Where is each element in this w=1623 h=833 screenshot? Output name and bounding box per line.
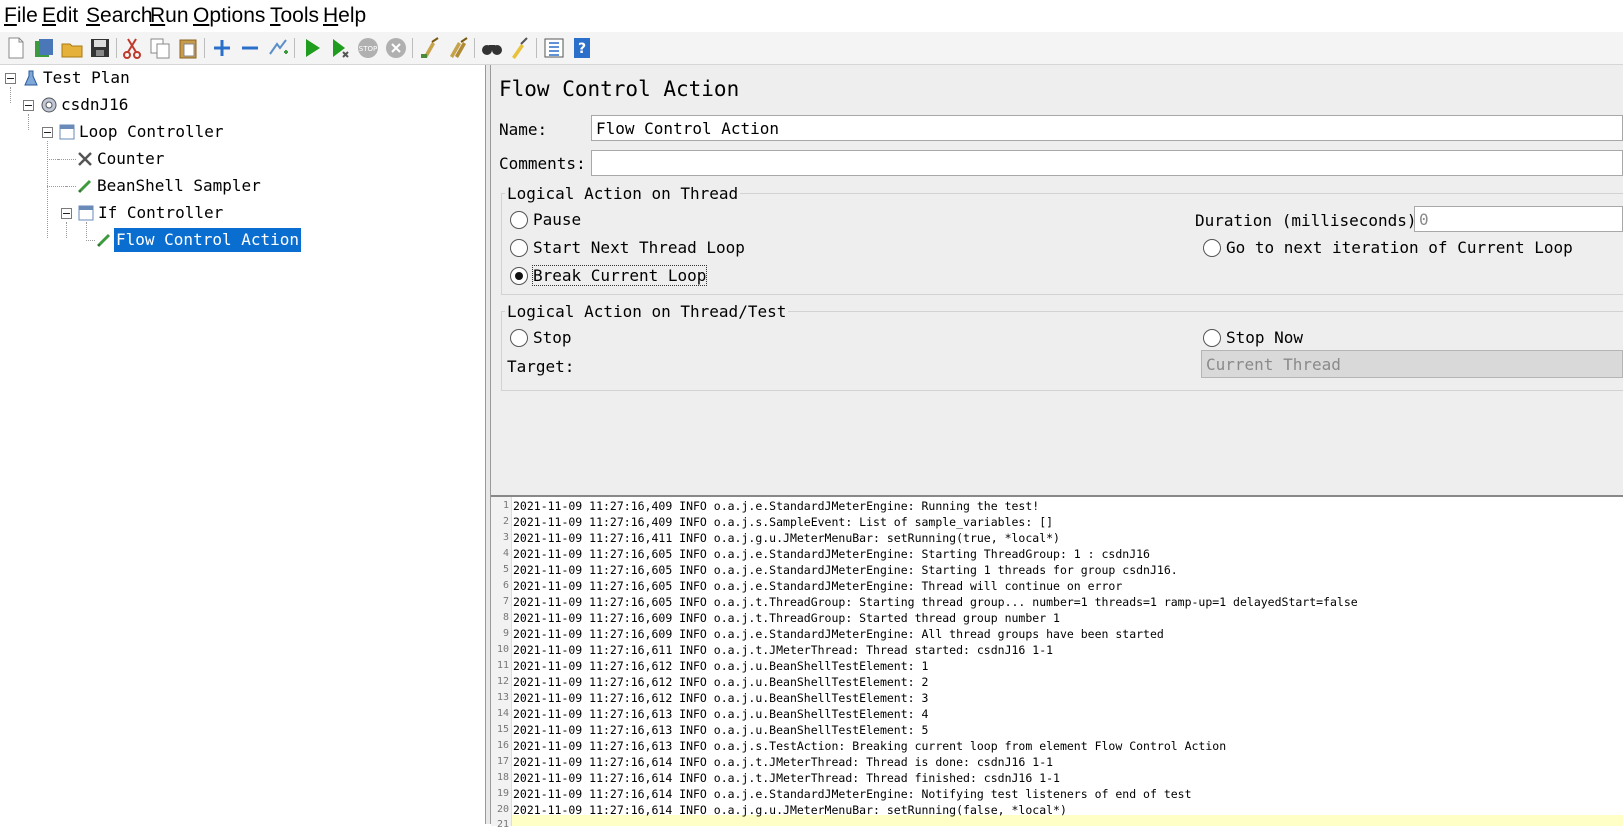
pause-radio[interactable]: [510, 211, 528, 229]
menu-bar: File Edit Search Run Options Tools Help: [0, 0, 1623, 32]
page-title: Flow Control Action: [499, 77, 740, 101]
thread-group-icon: [41, 97, 57, 113]
test-action-group-title: Logical Action on Thread/Test: [505, 302, 789, 321]
go-next-iteration-radio[interactable]: [1203, 239, 1221, 257]
open-icon[interactable]: [60, 36, 84, 60]
tree-node-label-selected: Flow Control Action: [114, 228, 302, 252]
collapse-toggle-icon[interactable]: [23, 100, 34, 111]
collapse-toggle-icon[interactable]: [5, 73, 16, 84]
toggle-icon[interactable]: [266, 36, 290, 60]
menu-file[interactable]: File: [4, 4, 38, 28]
templates-icon[interactable]: [32, 36, 56, 60]
stop-label: Stop: [533, 328, 572, 347]
duration-field[interactable]: 0: [1414, 206, 1623, 232]
log-viewer[interactable]: 1 2021-11-09 11:27:16,409 INFO o.a.j.e.St…: [491, 495, 1623, 830]
collapse-toggle-icon[interactable]: [61, 208, 72, 219]
stop-now-label: Stop Now: [1226, 328, 1304, 347]
collapse-toggle-icon[interactable]: [42, 127, 53, 138]
menu-options[interactable]: Options: [193, 4, 265, 28]
new-icon[interactable]: [4, 36, 28, 60]
tree-node-label: Counter: [97, 149, 165, 168]
clear-icon[interactable]: [418, 36, 442, 60]
tree-node-label: BeanShell Sampler: [97, 176, 261, 195]
menu-edit[interactable]: Edit: [42, 4, 78, 28]
stop-now-radio[interactable]: [1203, 329, 1221, 347]
target-label: Target:: [507, 357, 575, 376]
save-icon[interactable]: [88, 36, 112, 60]
target-select[interactable]: Current Thread: [1201, 350, 1623, 378]
duration-label: Duration (milliseconds):: [1195, 211, 1427, 230]
thread-action-group-title: Logical Action on Thread: [505, 184, 741, 203]
name-field[interactable]: Flow Control Action: [591, 115, 1623, 141]
pause-label: Pause: [533, 210, 582, 229]
comments-field[interactable]: [591, 150, 1623, 176]
break-loop-radio[interactable]: [510, 267, 528, 285]
help-icon[interactable]: ?: [570, 36, 594, 60]
menu-tools[interactable]: Tools: [270, 4, 319, 28]
if-controller-icon: [78, 205, 94, 221]
sampler-icon: [77, 179, 92, 194]
flow-control-action-panel: Flow Control Action Name: Flow Control A…: [491, 65, 1623, 490]
expand-icon[interactable]: [210, 36, 234, 60]
start-next-loop-radio[interactable]: [510, 239, 528, 257]
toolbar: STOP ?: [0, 32, 1623, 65]
search-icon[interactable]: [480, 36, 504, 60]
tree-node-label: csdnJ16: [61, 95, 129, 114]
clear-all-icon[interactable]: [446, 36, 470, 60]
paste-icon[interactable]: [176, 36, 200, 60]
loop-controller-icon: [59, 124, 75, 140]
name-label: Name:: [499, 120, 548, 139]
tree-node-label: Loop Controller: [79, 122, 224, 141]
go-next-iteration-label: Go to next iteration of Current Loop: [1226, 238, 1573, 257]
start-next-loop-label: Start Next Thread Loop: [533, 238, 745, 257]
comments-label: Comments:: [499, 154, 586, 173]
shutdown-icon[interactable]: [384, 36, 408, 60]
svg-text:?: ?: [578, 41, 586, 57]
counter-icon: [78, 152, 92, 166]
reset-search-icon[interactable]: [508, 36, 532, 60]
menu-run[interactable]: Run: [150, 4, 189, 28]
tree-node-label: If Controller: [98, 203, 224, 222]
cut-icon[interactable]: [120, 36, 144, 60]
test-plan-tree: Test Plan csdnJ16 Loop Controller Counte…: [0, 65, 486, 824]
menu-help[interactable]: Help: [323, 4, 366, 28]
stop-radio[interactable]: [510, 329, 528, 347]
function-helper-icon[interactable]: [542, 36, 566, 60]
tree-node-label: Test Plan: [43, 68, 130, 87]
flow-action-icon: [96, 233, 111, 248]
copy-icon[interactable]: [148, 36, 172, 60]
break-loop-label: Break Current Loop: [531, 265, 708, 286]
svg-text:STOP: STOP: [359, 45, 377, 53]
stop-icon[interactable]: STOP: [356, 36, 380, 60]
test-plan-icon: [24, 70, 38, 86]
collapse-icon[interactable]: [238, 36, 262, 60]
start-icon[interactable]: [300, 36, 324, 60]
menu-search[interactable]: Search: [86, 4, 153, 28]
start-no-pause-icon[interactable]: [328, 36, 352, 60]
